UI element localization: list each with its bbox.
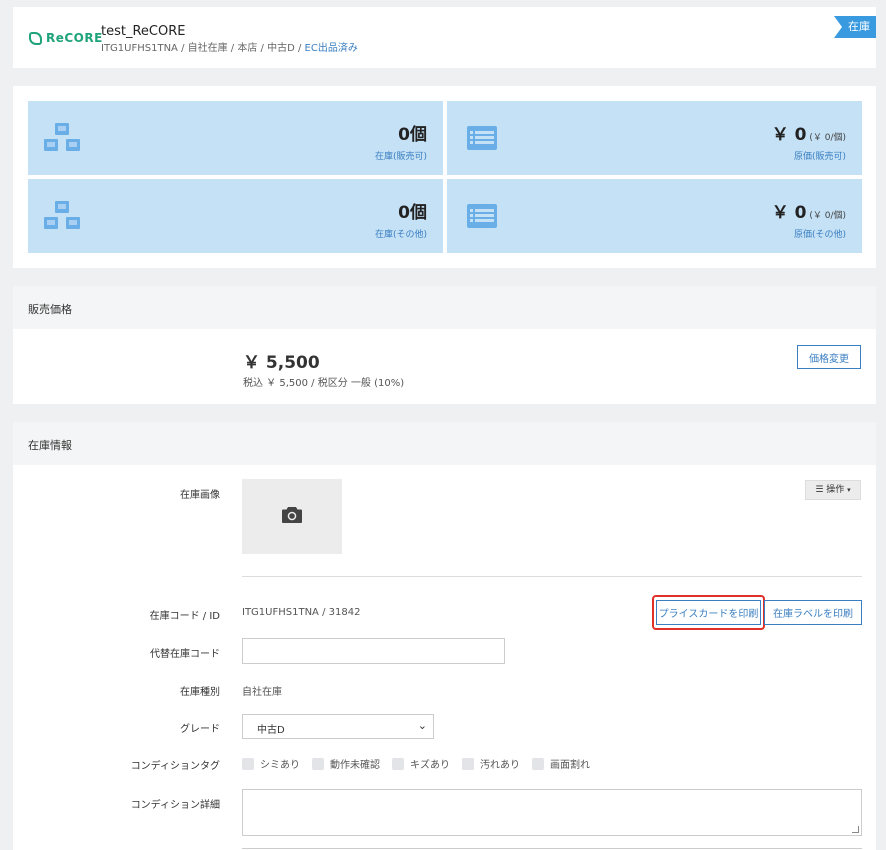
- condition-tag-label: 汚れあり: [480, 760, 520, 771]
- resize-handle-icon[interactable]: [852, 826, 859, 833]
- operations-label: 操作: [826, 485, 845, 495]
- grade-selected-value: 中古D: [257, 725, 285, 736]
- leaf-icon: [29, 31, 42, 45]
- print-price-card-button[interactable]: プライスカードを印刷: [656, 600, 761, 625]
- next-field-edge: [242, 848, 862, 849]
- breadcrumb-path: ITG1UFHS1TNA / 自社在庫 / 本店 / 中古D /: [101, 43, 305, 54]
- stock-image-label: 在庫画像: [180, 490, 220, 501]
- alt-code-label: 代替在庫コード: [150, 649, 220, 660]
- stock-code-value: ITG1UFHS1TNA / 31842: [242, 607, 361, 618]
- checkbox[interactable]: [312, 757, 324, 770]
- item-title: test_ReCORE: [101, 24, 186, 39]
- stat-unit-cost: (￥ 0/個): [806, 211, 846, 221]
- operations-dropdown-button[interactable]: ☰ 操作 ▾: [805, 480, 861, 500]
- stock-image-placeholder[interactable]: [242, 479, 342, 554]
- stat-amount: ￥ 0: [771, 125, 807, 145]
- condition-tag[interactable]: シミあり: [242, 756, 300, 771]
- stat-tile-cost-other: ￥ 0 (￥ 0/個) 原価(その他): [447, 179, 862, 253]
- condition-detail-textarea[interactable]: [242, 789, 862, 836]
- stat-tile-stock-sellable: 0個 在庫(販売可): [28, 101, 443, 175]
- stat-tile-cost-sellable: ￥ 0 (￥ 0/個) 原価(販売可): [447, 101, 862, 175]
- grade-select[interactable]: 中古D ⌄: [242, 714, 434, 739]
- stock-type-label: 在庫種別: [180, 687, 220, 698]
- condition-tag[interactable]: 動作未確認: [312, 756, 380, 771]
- alt-code-input[interactable]: [242, 638, 505, 664]
- stat-amount: ￥ 0: [771, 203, 807, 223]
- checkbox[interactable]: [532, 757, 544, 770]
- boxes-icon: [44, 123, 80, 151]
- print-stock-label-button[interactable]: 在庫ラベルを印刷: [764, 600, 862, 625]
- stat-value: ￥ 0 (￥ 0/個): [772, 120, 846, 145]
- status-ribbon: 在庫: [834, 16, 876, 38]
- stat-caption[interactable]: 原価(その他): [794, 227, 846, 240]
- stock-type-value: 自社在庫: [242, 687, 282, 698]
- stat-value: ￥ 0 (￥ 0/個): [772, 198, 846, 223]
- section-title-price: 販売価格: [13, 286, 876, 329]
- list-icon: [467, 204, 497, 228]
- condition-tag-label: キズあり: [410, 760, 450, 771]
- stat-value: 0個: [398, 203, 427, 223]
- stock-info-panel: 在庫情報 在庫画像 ☰ 操作 ▾ 在庫コード / ID ITG1UFHS1TNA…: [13, 422, 876, 850]
- stat-caption[interactable]: 在庫(販売可): [375, 149, 427, 162]
- item-header: ReCORE test_ReCORE ITG1UFHS1TNA / 自社在庫 /…: [13, 7, 876, 68]
- change-price-button[interactable]: 価格変更: [797, 345, 861, 369]
- list-icon: ☰: [815, 485, 824, 495]
- stat-value: 0個: [398, 125, 427, 145]
- stat-caption[interactable]: 原価(販売可): [794, 149, 846, 162]
- condition-tags: シミあり 動作未確認 キズあり 汚れあり 画面割れ: [242, 756, 602, 771]
- chevron-down-icon: ⌄: [417, 719, 427, 732]
- checkbox[interactable]: [392, 757, 404, 770]
- list-icon: [467, 126, 497, 150]
- condition-tags-label: コンディションタグ: [130, 761, 220, 772]
- camera-icon: [282, 507, 302, 523]
- tax-info: 税込 ￥ 5,500 / 税区分 一般 (10%): [243, 378, 405, 389]
- condition-tag[interactable]: キズあり: [392, 756, 450, 771]
- divider: [242, 576, 862, 577]
- checkbox[interactable]: [462, 757, 474, 770]
- price-panel: 販売価格 ￥ 5,500 税込 ￥ 5,500 / 税区分 一般 (10%) 価…: [13, 286, 876, 404]
- stock-code-label: 在庫コード / ID: [149, 611, 220, 622]
- condition-tag-label: 動作未確認: [330, 760, 380, 771]
- condition-tag[interactable]: 画面割れ: [532, 756, 590, 771]
- condition-tag[interactable]: 汚れあり: [462, 756, 520, 771]
- grade-label: グレード: [180, 724, 220, 735]
- boxes-icon: [44, 201, 80, 229]
- breadcrumb: ITG1UFHS1TNA / 自社在庫 / 本店 / 中古D / EC出品済み: [101, 39, 358, 54]
- stat-unit-cost: (￥ 0/個): [806, 133, 846, 143]
- caret-down-icon: ▾: [847, 486, 851, 494]
- condition-detail-label: コンディション詳細: [130, 800, 220, 811]
- logo-text: ReCORE: [46, 31, 103, 45]
- sale-price: ￥ 5,500: [243, 353, 320, 373]
- breadcrumb-ec-link[interactable]: EC出品済み: [305, 43, 358, 54]
- recore-logo[interactable]: ReCORE: [29, 31, 103, 45]
- condition-tag-label: シミあり: [260, 760, 300, 771]
- condition-tag-label: 画面割れ: [550, 760, 590, 771]
- stat-caption[interactable]: 在庫(その他): [375, 227, 427, 240]
- stat-tile-stock-other: 0個 在庫(その他): [28, 179, 443, 253]
- section-title-stock: 在庫情報: [13, 422, 876, 465]
- checkbox[interactable]: [242, 757, 254, 770]
- stats-panel: 0個 在庫(販売可) ￥ 0 (￥ 0/個) 原価(販売可) 0個 在庫(その他…: [13, 86, 876, 268]
